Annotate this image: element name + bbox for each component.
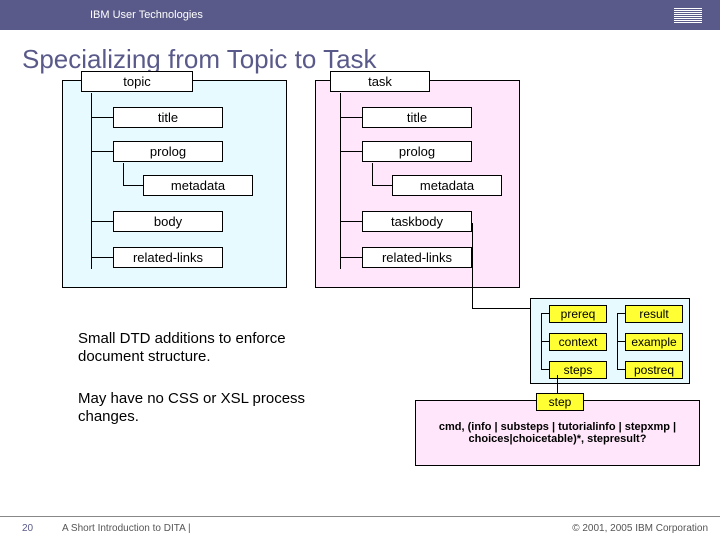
blue-result: result bbox=[625, 305, 683, 323]
task-child-prolog: prolog bbox=[362, 141, 472, 162]
footer-copyright: © 2001, 2005 IBM Corporation bbox=[572, 523, 708, 534]
slide-footer: 20 A Short Introduction to DITA | © 2001… bbox=[0, 516, 720, 540]
blue-context: context bbox=[549, 333, 607, 351]
detail-blue-panel: prereq context steps result example post… bbox=[530, 298, 690, 384]
slide-header: IBM User Technologies bbox=[0, 0, 720, 30]
task-child-related: related-links bbox=[362, 247, 472, 268]
task-child-metadata: metadata bbox=[392, 175, 502, 196]
ibm-logo bbox=[674, 8, 702, 23]
topic-child-related: related-links bbox=[113, 247, 223, 268]
topic-child-prolog: prolog bbox=[113, 141, 223, 162]
topic-root-node: topic bbox=[81, 71, 193, 92]
task-child-title: title bbox=[362, 107, 472, 128]
topic-child-body: body bbox=[113, 211, 223, 232]
footer-doc: A Short Introduction to DITA | bbox=[62, 523, 572, 534]
pink-rule: cmd, (info | substeps | tutorialinfo | s… bbox=[422, 421, 693, 445]
task-child-body: taskbody bbox=[362, 211, 472, 232]
slide-content: topic title prolog metadata body related… bbox=[0, 80, 720, 516]
detail-pink-panel: step cmd, (info | substeps | tutorialinf… bbox=[415, 400, 700, 466]
topic-child-metadata: metadata bbox=[143, 175, 253, 196]
note-1: Small DTD additions to enforce document … bbox=[78, 330, 308, 366]
task-tree-panel: task title prolog metadata taskbody rela… bbox=[315, 80, 520, 288]
note-2: May have no CSS or XSL process changes. bbox=[78, 390, 308, 426]
header-org: IBM User Technologies bbox=[90, 9, 203, 21]
topic-child-title: title bbox=[113, 107, 223, 128]
pink-step: step bbox=[536, 393, 584, 411]
blue-postreq: postreq bbox=[625, 361, 683, 379]
blue-prereq: prereq bbox=[549, 305, 607, 323]
topic-tree-panel: topic title prolog metadata body related… bbox=[62, 80, 287, 288]
page-number: 20 bbox=[22, 523, 62, 534]
task-root-node: task bbox=[330, 71, 430, 92]
blue-example: example bbox=[625, 333, 683, 351]
